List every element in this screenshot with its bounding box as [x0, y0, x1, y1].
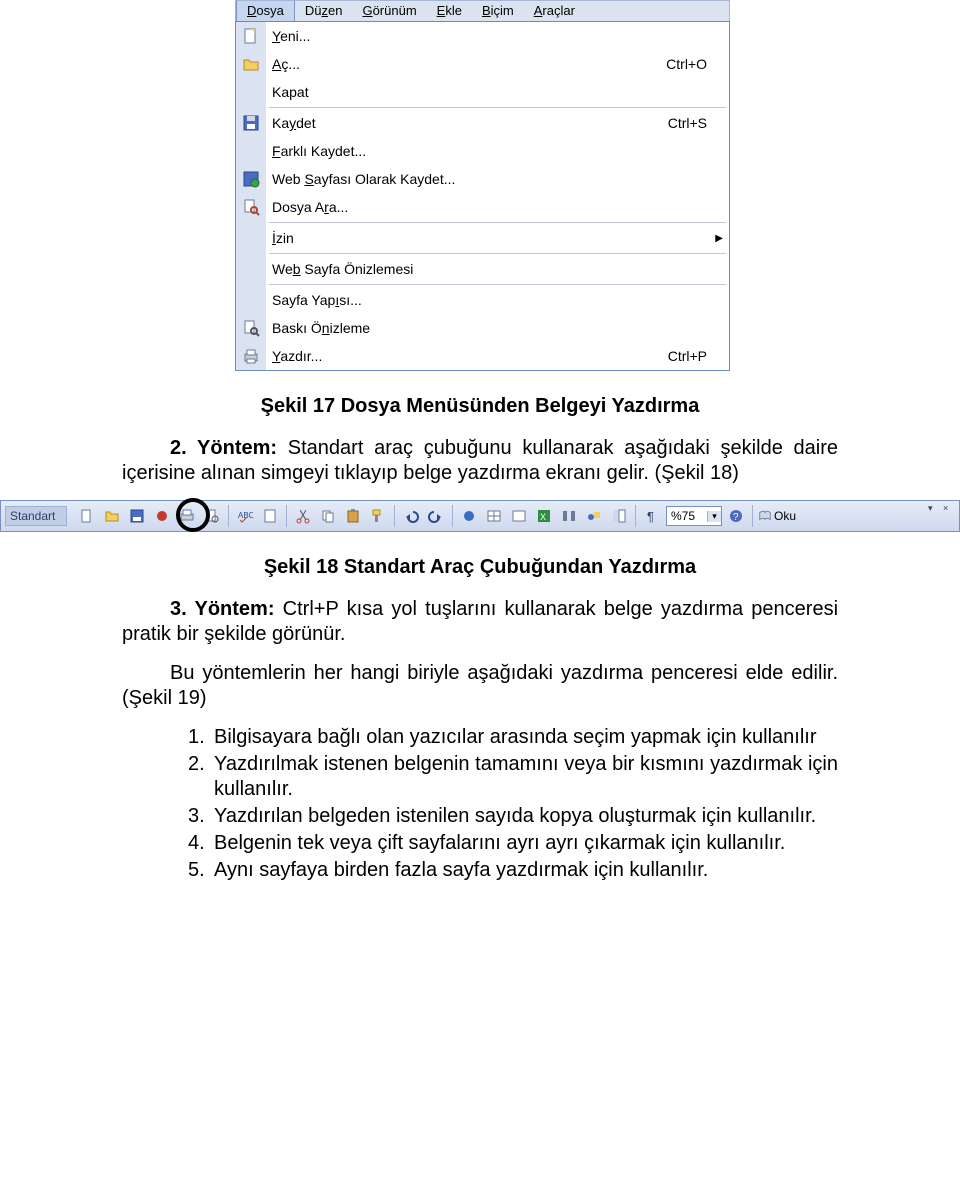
toolbar-close-icon[interactable]: ×	[943, 503, 955, 513]
tb-insert-table-icon[interactable]	[508, 505, 530, 527]
menuitem-web-onizleme[interactable]: Web Sayfa Önizlemesi	[266, 255, 729, 283]
tb-excel-icon[interactable]: X	[533, 505, 555, 527]
menuitem-kaydet[interactable]: KaydetCtrl+S	[266, 109, 729, 137]
tb-help-icon[interactable]: ?	[725, 505, 747, 527]
caption-sekil-18: Şekil 18 Standart Araç Çubuğundan Yazdır…	[122, 556, 838, 579]
menuitem-dosya-ara[interactable]: Dosya Ara...	[266, 193, 729, 221]
toolbar-title[interactable]: Standart	[5, 506, 67, 526]
menu-gorunum[interactable]: Görünüm	[352, 1, 426, 21]
toolbar-separator	[286, 505, 287, 527]
dropdown-icon-column	[236, 22, 266, 370]
menuitem-ac[interactable]: Aç...Ctrl+O	[266, 50, 729, 78]
menuitem-yeni[interactable]: Yeni...	[266, 22, 729, 50]
open-icon	[236, 50, 266, 78]
submenu-arrow-icon: ▶	[715, 233, 723, 244]
paragraph-summary: Bu yöntemlerin her hangi biriyle aşağıda…	[122, 661, 838, 711]
menu-separator	[269, 107, 726, 108]
shortcut-label: Ctrl+S	[668, 115, 729, 131]
shortcut-label: Ctrl+O	[666, 56, 729, 72]
svg-text:?: ?	[733, 512, 739, 523]
toolbar-separator	[394, 505, 395, 527]
menu-bicim[interactable]: Biçim	[472, 1, 524, 21]
menuitem-web-kaydet[interactable]: Web Sayfası Olarak Kaydet...	[266, 165, 729, 193]
numbered-list: 1.Bilgisayara bağlı olan yazıcılar arası…	[122, 725, 838, 883]
empty-icon	[236, 286, 266, 314]
menu-separator	[269, 253, 726, 254]
tb-save-icon[interactable]	[126, 505, 148, 527]
menuitem-kapat[interactable]: Kapat	[266, 78, 729, 106]
paragraph-method-2: 2. Yöntem: Standart araç çubuğunu kullan…	[122, 436, 838, 486]
list-item: 2.Yazdırılmak istenen belgenin tamamını …	[188, 752, 838, 802]
toolbar-dropdown-icon[interactable]: ▾	[928, 503, 940, 513]
menu-separator	[269, 222, 726, 223]
tb-research-icon[interactable]	[259, 505, 281, 527]
tb-hyperlink-icon[interactable]	[458, 505, 480, 527]
zoom-combo[interactable]: %75▾	[666, 506, 722, 526]
menu-separator	[269, 284, 726, 285]
tb-open-icon[interactable]	[101, 505, 123, 527]
file-search-icon	[236, 193, 266, 221]
print-preview-icon	[236, 314, 266, 342]
save-icon	[236, 109, 266, 137]
shortcut-label: Ctrl+P	[668, 348, 729, 364]
list-item: 4.Belgenin tek veya çift sayfalarını ayr…	[188, 831, 838, 856]
tb-cut-icon[interactable]	[292, 505, 314, 527]
svg-text:¶: ¶	[647, 509, 654, 524]
tb-spellcheck-icon[interactable]: ABC	[234, 505, 256, 527]
tb-docmap-icon[interactable]	[608, 505, 630, 527]
empty-icon	[236, 255, 266, 283]
chevron-down-icon: ▾	[707, 511, 721, 522]
tb-copy-icon[interactable]	[317, 505, 339, 527]
empty-icon	[236, 137, 266, 165]
file-menu-region: Dosya Düzen Görünüm Ekle Biçim Araçlar	[235, 0, 730, 371]
print-icon	[236, 342, 266, 370]
tb-columns-icon[interactable]	[558, 505, 580, 527]
menu-duzen[interactable]: Düzen	[295, 1, 353, 21]
standart-toolbar: Standart ABC X	[0, 500, 960, 532]
standart-toolbar-figure: Standart ABC X	[0, 500, 960, 532]
caption-sekil-17: Şekil 17 Dosya Menüsünden Belgeyi Yazdır…	[122, 395, 838, 418]
tb-redo-icon[interactable]	[425, 505, 447, 527]
file-dropdown: Yeni... Aç...Ctrl+O Kapat KaydetCtrl+S F…	[235, 21, 730, 371]
new-doc-icon	[236, 22, 266, 50]
tb-show-formatting-icon[interactable]: ¶	[641, 505, 663, 527]
save-web-icon	[236, 165, 266, 193]
toolbar-separator	[752, 505, 753, 527]
tb-permission-icon[interactable]	[151, 505, 173, 527]
tb-drawing-icon[interactable]	[583, 505, 605, 527]
tb-undo-icon[interactable]	[400, 505, 422, 527]
empty-icon	[236, 78, 266, 106]
menuitem-izin[interactable]: İzin▶	[266, 224, 729, 252]
svg-text:X: X	[540, 512, 546, 522]
empty-icon	[236, 224, 266, 252]
toolbar-separator	[452, 505, 453, 527]
toolbar-separator	[635, 505, 636, 527]
menuitem-farkli-kaydet[interactable]: Farklı Kaydet...	[266, 137, 729, 165]
menu-dosya[interactable]: Dosya	[236, 1, 295, 21]
tb-paste-icon[interactable]	[342, 505, 364, 527]
menuitem-baski-onizleme[interactable]: Baskı Önizleme	[266, 314, 729, 342]
toolbar-separator	[228, 505, 229, 527]
paragraph-method-3: 3. Yöntem: Ctrl+P kısa yol tuşlarını kul…	[122, 597, 838, 647]
menuitem-yazdir[interactable]: Yazdır...Ctrl+P	[266, 342, 729, 370]
tb-read-button[interactable]: Oku	[758, 506, 804, 526]
tb-new-icon[interactable]	[76, 505, 98, 527]
menu-araclar[interactable]: Araçlar	[524, 1, 585, 21]
list-item: 1.Bilgisayara bağlı olan yazıcılar arası…	[188, 725, 838, 750]
menu-ekle[interactable]: Ekle	[427, 1, 472, 21]
tb-tables-icon[interactable]	[483, 505, 505, 527]
menubar: Dosya Düzen Görünüm Ekle Biçim Araçlar	[235, 0, 730, 22]
menuitem-sayfa-yapisi[interactable]: Sayfa Yapısı...	[266, 286, 729, 314]
list-item: 5.Aynı sayfaya birden fazla sayfa yazdır…	[188, 858, 838, 883]
list-item: 3.Yazdırılan belgeden istenilen sayıda k…	[188, 804, 838, 829]
circle-annotation	[176, 498, 210, 532]
tb-format-painter-icon[interactable]	[367, 505, 389, 527]
toolbar-window-controls: ▾×	[928, 503, 955, 513]
